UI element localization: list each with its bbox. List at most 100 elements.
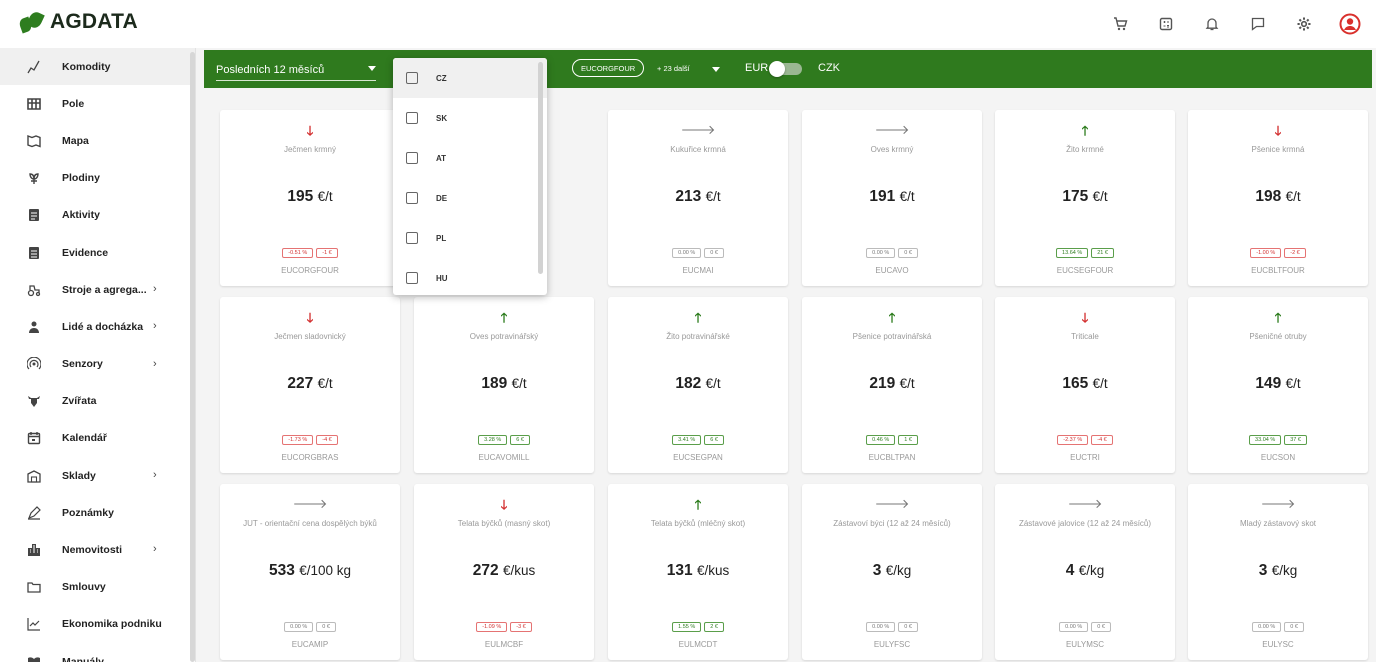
sidebar-item-document[interactable]: Evidence	[0, 234, 195, 271]
checkbox[interactable]	[406, 272, 418, 284]
sidebar-item-clipboard[interactable]: Aktivity	[0, 197, 195, 234]
sidebar-item-calendar[interactable]: Kalendář	[0, 420, 195, 457]
commodity-card[interactable]: 🡓 Pšenice krmná 198 €/t -1.00 % -2 € EUCBLTFO…	[1188, 110, 1368, 286]
absolute-change-badge: 6 €	[704, 435, 724, 445]
commodity-card[interactable]: 🡓 Triticale 165 €/t -2.37 % -4 € EUCTRI	[995, 297, 1175, 473]
bell-icon[interactable]	[1198, 10, 1226, 38]
country-option-sk[interactable]: SK	[393, 98, 547, 138]
price-unit: €/100 kg	[299, 563, 351, 578]
country-option-de[interactable]: DE	[393, 178, 547, 218]
sidebar-item-cow[interactable]: Zvířata	[0, 383, 195, 420]
absolute-change-badge: 0 €	[1284, 622, 1304, 632]
map-icon	[26, 133, 42, 149]
sidebar: Komodity Pole Mapa Plodiny Aktivity Evidence S…	[0, 48, 196, 662]
commodity-card[interactable]: 🡓 Telata býčků (masný skot) 272 €/kus -1.09…	[414, 484, 594, 660]
checkbox[interactable]	[406, 72, 418, 84]
price-value: 189	[481, 375, 508, 392]
commodity-price: 189 €/t	[414, 375, 594, 393]
absolute-change-badge: 0 €	[704, 248, 724, 258]
price-value: 227	[287, 375, 314, 392]
change-badges: 3.41 % 6 €	[608, 435, 788, 445]
period-select[interactable]: Posledních 12 měsíců	[216, 59, 376, 81]
price-unit: €/t	[705, 189, 721, 204]
sidebar-item-book[interactable]: Manuály	[0, 643, 195, 662]
commodity-card[interactable]: 🡑 Žito potravinářské 182 €/t 3.41 % 6 € EUCSE…	[608, 297, 788, 473]
commodity-card[interactable]: 🡑 Telata býčků (mléčný skot) 131 €/kus 1.55…	[608, 484, 788, 660]
commodity-name: Ječmen krmný	[283, 145, 336, 154]
change-badges: 0.46 % 1 €	[802, 435, 982, 445]
price-unit: €/t	[1092, 189, 1108, 204]
commodity-name: JUT - orientační cena dospělých býků	[243, 519, 377, 528]
commodity-card[interactable]: 🡑 Pšenice potravinářská 219 €/t 0.46 % 1 € EU…	[802, 297, 982, 473]
change-badges: 0.00 % 0 €	[995, 622, 1175, 632]
commodity-code: EULYFSC	[873, 640, 911, 649]
sidebar-item-warehouse[interactable]: Sklady ›	[0, 457, 195, 494]
account-icon[interactable]	[1336, 10, 1364, 38]
sidebar-item-grid[interactable]: Pole	[0, 85, 195, 122]
commodity-code: EUCORGBRAS	[281, 453, 339, 462]
commodity-card[interactable]: 🡒 Zástavoví býci (12 až 24 měsíců) 3 €/kg 0…	[802, 484, 982, 660]
commodity-code: EULYSC	[1262, 640, 1294, 649]
commodity-chip[interactable]: EUCORGFOUR	[572, 59, 645, 77]
checkbox[interactable]	[406, 192, 418, 204]
commodity-card[interactable]: 🡒 Zástavové jalovice (12 až 24 měsíců) 4 €…	[995, 484, 1175, 660]
trend-icon	[26, 616, 42, 632]
commodity-card[interactable]: 🡒 Oves krmný 191 €/t 0.00 % 0 € EUCAVO	[802, 110, 982, 286]
commodity-card[interactable]: 🡑 Žito krmné 175 €/t 13.64 % 21 € EUCSEGFOUR	[995, 110, 1175, 286]
sidebar-item-plant[interactable]: Plodiny	[0, 160, 195, 197]
commodity-card[interactable]: 🡒 JUT - orientační cena dospělých býků 533…	[220, 484, 400, 660]
price-value: 213	[675, 188, 702, 205]
commodity-code: EUCSON	[1260, 453, 1296, 462]
chat-icon[interactable]	[1244, 10, 1272, 38]
tractor-icon	[26, 282, 42, 298]
country-option-pl[interactable]: PL	[393, 218, 547, 258]
price-value: 165	[1062, 375, 1089, 392]
checkbox[interactable]	[406, 232, 418, 244]
commodity-card[interactable]: 🡒 Kukuřice krmná 213 €/t 0.00 % 0 € EUCMAI	[608, 110, 788, 286]
commodity-price: 175 €/t	[995, 188, 1175, 206]
sidebar-item-pencil[interactable]: Poznámky	[0, 494, 195, 531]
sidebar-item-sensor[interactable]: Senzory ›	[0, 346, 195, 383]
country-option-at[interactable]: AT	[393, 138, 547, 178]
sidebar-item-building[interactable]: Nemovitosti ›	[0, 531, 195, 568]
commodity-code: EULMCBF	[484, 640, 524, 649]
country-option-cz[interactable]: CZ	[393, 58, 547, 98]
sidebar-item-trend[interactable]: Ekonomika podniku	[0, 606, 195, 643]
calculator-icon[interactable]	[1152, 10, 1180, 38]
gear-icon[interactable]	[1290, 10, 1318, 38]
price-value: 3	[1258, 562, 1268, 579]
commodity-code: EUCORGFOUR	[281, 266, 339, 275]
sidebar-item-folder[interactable]: Smlouvy	[0, 569, 195, 606]
checkbox[interactable]	[406, 112, 418, 124]
commodity-card[interactable]: 🡓 Ječmen sladovnický 227 €/t -1.73 % -4 € EUC…	[220, 297, 400, 473]
commodity-card[interactable]: 🡑 Pšeničné otruby 149 €/t 33.04 % 37 € EUCSON	[1188, 297, 1368, 473]
commodity-code: EUCAVO	[875, 266, 909, 275]
app-logo[interactable]: AGDATA	[17, 10, 138, 34]
checkbox[interactable]	[406, 152, 418, 164]
percent-change-badge: -0.51 %	[282, 248, 314, 258]
chevron-down-icon[interactable]	[712, 67, 720, 72]
price-value: 3	[872, 562, 882, 579]
currency-toggle[interactable]	[769, 61, 802, 77]
country-option-label: AT	[436, 153, 447, 163]
commodity-card[interactable]: 🡒 Mladý zástavový skot 3 €/kg 0.00 % 0 € EULY…	[1188, 484, 1368, 660]
commodity-name: Telata býčků (masný skot)	[457, 519, 551, 528]
dropdown-scrollbar[interactable]	[538, 62, 543, 274]
commodity-card[interactable]: 🡑 Oves potravinářský 189 €/t 3.28 % 6 € EUCAV…	[414, 297, 594, 473]
cart-icon[interactable]	[1106, 10, 1134, 38]
country-option-hu[interactable]: HU	[393, 258, 547, 295]
commodity-code: EUCMAI	[682, 266, 714, 275]
top-bar: AGDATA	[0, 0, 1376, 48]
percent-change-badge: 0.00 %	[1059, 622, 1089, 632]
price-unit: €/kg	[1078, 563, 1105, 578]
price-value: 533	[269, 562, 295, 579]
sidebar-item-person[interactable]: Lidé a docházka ›	[0, 308, 195, 345]
trend-flat-arrow-icon: 🡒	[680, 122, 716, 137]
sidebar-scrollbar[interactable]	[190, 52, 195, 662]
sidebar-item-map[interactable]: Mapa	[0, 122, 195, 159]
sidebar-item-tractor[interactable]: Stroje a agrega... ›	[0, 271, 195, 308]
commodity-price: 272 €/kus	[414, 562, 594, 580]
price-unit: €/kus	[696, 563, 730, 578]
sidebar-item-chart-line[interactable]: Komodity	[0, 48, 195, 86]
commodity-card[interactable]: 🡓 Ječmen krmný 195 €/t -0.51 % -1 € EUCORGFOU…	[220, 110, 400, 286]
